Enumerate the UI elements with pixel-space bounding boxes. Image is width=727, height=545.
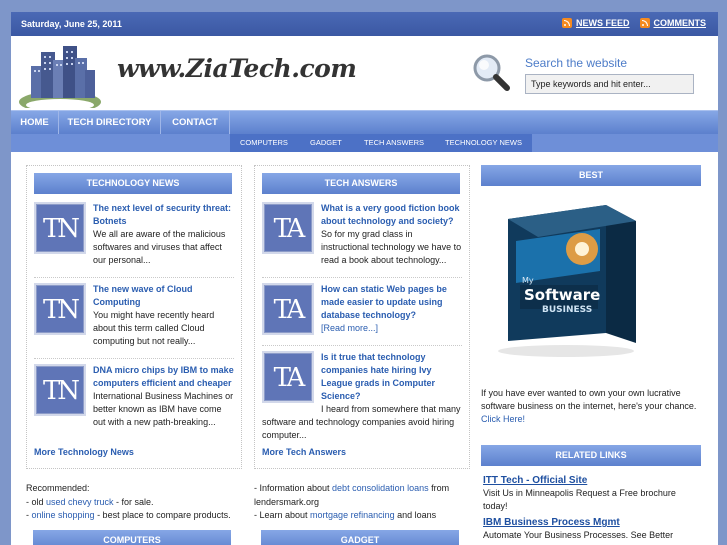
software-box-image[interactable]: My Software BUSINESS (486, 201, 641, 361)
list-item: TN The next level of security threat: Bo… (34, 202, 234, 267)
nav-item-contact[interactable]: CONTACT (161, 111, 230, 135)
post-excerpt: I heard from somewhere that many softwar… (262, 404, 461, 440)
mortgage-refinancing-link[interactable]: mortgage refinancing (310, 510, 395, 520)
divider (262, 277, 462, 278)
divider (34, 277, 234, 278)
technology-news-heading: TECHNOLOGY NEWS (34, 173, 232, 194)
used-chevy-truck-link[interactable]: used chevy truck (46, 497, 114, 507)
list-item: TA Is it true that technology companies … (262, 351, 462, 442)
search-title: Search the website (525, 56, 628, 70)
search-input[interactable] (525, 74, 694, 94)
divider (34, 358, 234, 359)
site-logo-text[interactable]: www.ZiaTech.com (117, 54, 357, 83)
technology-news-panel: TECHNOLOGY NEWS TN The next level of sec… (26, 165, 242, 469)
news-feed-link[interactable]: NEWS FEED (561, 18, 630, 28)
list-item: TA What is a very good fiction book abou… (262, 202, 462, 267)
box-text-my: My (522, 276, 534, 285)
header: www.ZiaTech.com Search the website (11, 36, 718, 112)
post-excerpt: So for my grad class in instructional te… (321, 229, 462, 265)
list-item: TN The new wave of Cloud Computing You m… (34, 283, 234, 348)
post-thumbnail[interactable]: TA (262, 202, 314, 254)
sub-nav: COMPUTERS GADGET TECH ANSWERS TECHNOLOGY… (11, 134, 718, 152)
recommended-line: - old used chevy truck - for sale. (26, 496, 251, 510)
post-excerpt: You might have recently heard about this… (93, 310, 215, 346)
recommended-line: - Learn about mortgage refinancing and l… (254, 509, 459, 523)
nav-item-tech-directory[interactable]: TECH DIRECTORY (59, 111, 161, 135)
nav-item-home[interactable]: HOME (11, 111, 59, 135)
sub-nav-group: COMPUTERS GADGET TECH ANSWERS TECHNOLOGY… (230, 134, 532, 152)
post-thumbnail[interactable]: TN (34, 364, 86, 416)
comments-label: COMMENTS (653, 18, 707, 28)
recommended-suffix: - best place to compare products. (94, 510, 231, 520)
best-heading: BEST (481, 165, 701, 186)
comments-feed-link[interactable]: COMMENTS (639, 18, 707, 28)
right-sidebar: BEST My Software BUSINESS If you have ev… (481, 165, 701, 540)
related-link-text: Visit Us in Minneapolis Request a Free b… (483, 488, 676, 511)
top-links: NEWS FEED COMMENTS (561, 18, 707, 28)
city-skyline-logo-icon[interactable] (17, 42, 103, 108)
promo-text: If you have ever wanted to own your own … (481, 388, 697, 411)
box-text-business: BUSINESS (542, 305, 592, 315)
magnifier-icon (473, 54, 510, 91)
post-thumbnail[interactable]: TA (262, 351, 314, 403)
related-link-title[interactable]: IBM Business Process Mgmt (483, 517, 620, 528)
recommended-middle: - Information about debt consolidation l… (254, 482, 459, 523)
date-text: Saturday, June 25, 2011 (21, 19, 122, 29)
subnav-item-technology-news[interactable]: TECHNOLOGY NEWS (445, 134, 522, 152)
recommended-line: - Information about debt consolidation l… (254, 482, 459, 509)
post-thumbnail[interactable]: TN (34, 202, 86, 254)
recommended-line: - online shopping - best place to compar… (26, 509, 251, 523)
read-more-link[interactable]: [Read more...] (321, 323, 378, 333)
post-excerpt: We all are aware of the malicious softwa… (93, 229, 226, 265)
rss-icon (561, 18, 572, 28)
gadget-heading: GADGET (261, 530, 459, 545)
top-bar: Saturday, June 25, 2011 NEWS FEED COMMEN… (11, 12, 718, 36)
recommended-suffix: - for sale. (113, 496, 154, 507)
post-thumbnail[interactable]: TA (262, 283, 314, 335)
subnav-item-gadget[interactable]: GADGET (310, 134, 342, 152)
related-link-title[interactable]: ITT Tech - Official Site (483, 475, 587, 486)
recommended-prefix: - Information about (254, 483, 333, 493)
recommended-label: Recommended: (26, 483, 90, 493)
more-tech-answers-link[interactable]: More Tech Answers (262, 447, 346, 457)
promo-click-here-link[interactable]: Click Here! (481, 414, 525, 424)
promo-block: If you have ever wanted to own your own … (481, 387, 701, 426)
main-nav: HOME TECH DIRECTORY CONTACT (11, 110, 718, 135)
related-link-item: ITT Tech - Official Site Visit Us in Min… (483, 474, 701, 513)
recommended-left: Recommended: - old used chevy truck - fo… (26, 482, 251, 523)
debt-consolidation-link[interactable]: debt consolidation loans (332, 483, 429, 493)
box-text-software: Software (524, 286, 600, 304)
more-technology-news-link[interactable]: More Technology News (34, 447, 134, 457)
rss-icon (639, 18, 650, 28)
recommended-prefix: - Learn about (254, 510, 311, 520)
tech-answers-heading: TECH ANSWERS (262, 173, 460, 194)
recommended-suffix: and loans (394, 510, 437, 520)
post-excerpt: International Business Machines or bette… (93, 391, 234, 427)
list-item: TA How can static Web pages be made easi… (262, 283, 462, 337)
online-shopping-link[interactable]: online shopping (32, 510, 95, 520)
computers-heading: COMPUTERS (33, 530, 231, 545)
recommended-prefix: - old (26, 496, 47, 507)
page: Saturday, June 25, 2011 NEWS FEED COMMEN… (11, 12, 718, 545)
tech-answers-panel: TECH ANSWERS TA What is a very good fict… (254, 165, 470, 469)
news-feed-label: NEWS FEED (575, 18, 630, 28)
subnav-item-tech-answers[interactable]: TECH ANSWERS (364, 134, 424, 152)
list-item: TN DNA micro chips by IBM to make comput… (34, 364, 234, 429)
subnav-item-computers[interactable]: COMPUTERS (240, 134, 288, 152)
divider (262, 345, 462, 346)
post-thumbnail[interactable]: TN (34, 283, 86, 335)
related-links-heading: RELATED LINKS (481, 445, 701, 466)
related-link-text: Automate Your Business Processes. See Be… (483, 530, 674, 540)
related-link-item: IBM Business Process Mgmt Automate Your … (483, 516, 701, 542)
